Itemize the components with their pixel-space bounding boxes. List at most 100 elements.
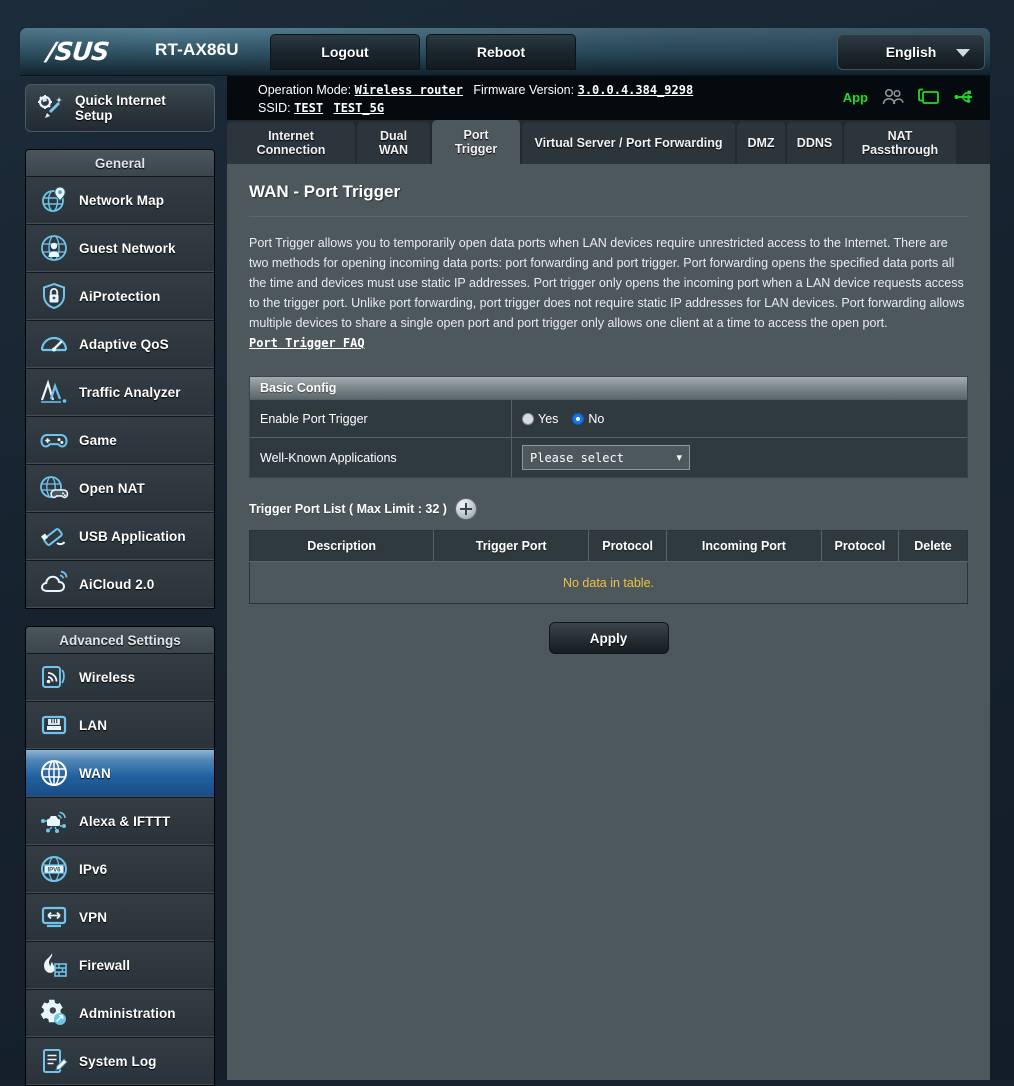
sidebar-item-firewall[interactable]: Firewall bbox=[26, 941, 214, 989]
well-known-applications-controls: Please select ▾ bbox=[512, 438, 967, 477]
chevron-down-icon bbox=[956, 49, 970, 57]
radio-yes-label: Yes bbox=[538, 412, 558, 426]
port-trigger-faq-link[interactable]: Port Trigger FAQ bbox=[249, 336, 365, 350]
tab-dual-wan[interactable]: Dual WAN bbox=[357, 122, 432, 164]
sidebar-advanced-header: Advanced Settings bbox=[26, 627, 214, 653]
sidebar-item-system-log[interactable]: System Log bbox=[26, 1037, 214, 1085]
ssid-5g-value[interactable]: TEST_5G bbox=[333, 101, 384, 115]
traffic-chart-icon bbox=[39, 377, 69, 407]
sidebar-label: Adaptive QoS bbox=[79, 337, 169, 352]
sidebar-item-guest-network[interactable]: Guest Network bbox=[26, 224, 214, 272]
apply-button[interactable]: Apply bbox=[549, 622, 669, 654]
ssid-2g-value[interactable]: TEST bbox=[294, 101, 323, 115]
sidebar-item-traffic-analyzer[interactable]: Traffic Analyzer bbox=[26, 368, 214, 416]
tab-virtual-server-port-forwarding[interactable]: Virtual Server / Port Forwarding bbox=[522, 122, 737, 164]
main-content: Internet Connection Dual WAN Port Trigge… bbox=[227, 120, 990, 1080]
status-info-strip: Operation Mode: Wireless router Firmware… bbox=[227, 76, 990, 120]
basic-config-header: Basic Config bbox=[250, 377, 967, 399]
tab-label: DMZ bbox=[747, 136, 774, 150]
app-link[interactable]: App bbox=[843, 90, 868, 105]
logout-button[interactable]: Logout bbox=[270, 34, 420, 70]
firmware-version-label: Firmware Version: bbox=[473, 83, 574, 97]
ssid-line: SSID: TEST TEST_5G bbox=[258, 101, 384, 115]
sidebar-label: Alexa & IFTTT bbox=[79, 814, 170, 829]
sidebar-item-usb-application[interactable]: USB Application bbox=[26, 512, 214, 560]
sidebar-item-lan[interactable]: LAN bbox=[26, 701, 214, 749]
usb-icon[interactable] bbox=[954, 88, 976, 106]
column-protocol-trigger: Protocol bbox=[588, 531, 666, 562]
well-known-applications-label: Well-Known Applications bbox=[250, 438, 512, 477]
sidebar-general-header: General bbox=[26, 150, 214, 176]
sidebar-item-administration[interactable]: Administration bbox=[26, 989, 214, 1037]
sidebar-section-advanced: Advanced Settings Wireless LAN bbox=[25, 626, 215, 1086]
trigger-port-list-header: Trigger Port List ( Max Limit : 32 ) bbox=[249, 498, 968, 520]
radio-no-label: No bbox=[588, 412, 604, 426]
sidebar-label: USB Application bbox=[79, 529, 186, 544]
language-selector[interactable]: English bbox=[837, 34, 985, 70]
column-description: Description bbox=[250, 531, 434, 562]
column-incoming-port: Incoming Port bbox=[667, 531, 821, 562]
vpn-monitor-icon bbox=[39, 902, 69, 932]
top-banner: /SUS RT-AX86U Logout Reboot English bbox=[20, 28, 990, 76]
shield-lock-icon bbox=[39, 281, 69, 311]
sidebar-item-alexa-ifttt[interactable]: Alexa & IFTTT bbox=[26, 797, 214, 845]
operation-mode-line: Operation Mode: Wireless router Firmware… bbox=[258, 83, 693, 97]
no-data-message: No data in table. bbox=[250, 562, 968, 604]
alexa-ifttt-icon bbox=[39, 806, 69, 836]
sidebar-item-wireless[interactable]: Wireless bbox=[26, 653, 214, 701]
sidebar-item-network-map[interactable]: Network Map bbox=[26, 176, 214, 224]
radio-yes-dot bbox=[522, 413, 534, 425]
sidebar-item-ipv6[interactable]: IPV6 IPv6 bbox=[26, 845, 214, 893]
sidebar-label: System Log bbox=[79, 1054, 157, 1069]
usb-drive-icon bbox=[39, 521, 69, 551]
ipv6-globe-icon: IPV6 bbox=[39, 854, 69, 884]
ethernet-port-icon bbox=[39, 710, 69, 740]
display-monitor-icon[interactable] bbox=[918, 88, 940, 106]
quick-icon-row: App bbox=[843, 88, 976, 106]
table-empty-row: No data in table. bbox=[250, 562, 968, 604]
radio-no[interactable]: No bbox=[572, 412, 604, 426]
router-admin-window: /SUS RT-AX86U Logout Reboot English Oper… bbox=[20, 28, 990, 1080]
tab-port-trigger[interactable]: Port Trigger bbox=[432, 120, 522, 164]
sidebar-item-vpn[interactable]: VPN bbox=[26, 893, 214, 941]
reboot-button[interactable]: Reboot bbox=[426, 34, 576, 70]
sidebar-section-general: General Network Map bbox=[25, 149, 215, 609]
sidebar-item-adaptive-qos[interactable]: Adaptive QoS bbox=[26, 320, 214, 368]
sidebar-item-aiprotection[interactable]: AiProtection bbox=[26, 272, 214, 320]
page-description: Port Trigger allows you to temporarily o… bbox=[249, 217, 968, 333]
language-label: English bbox=[886, 44, 937, 60]
tab-nat-passthrough[interactable]: NAT Passthrough bbox=[844, 122, 956, 164]
sidebar-item-wan[interactable]: WAN bbox=[26, 749, 214, 797]
router-model-name: RT-AX86U bbox=[155, 40, 239, 60]
tab-label: Internet Connection bbox=[237, 129, 345, 157]
globe-icon bbox=[39, 758, 69, 788]
firewall-flame-icon bbox=[39, 950, 69, 980]
sidebar-item-quick-internet-setup[interactable]: Quick Internet Setup bbox=[25, 84, 215, 132]
radio-yes[interactable]: Yes bbox=[522, 412, 558, 426]
clients-people-icon[interactable] bbox=[882, 88, 904, 106]
add-rule-button[interactable] bbox=[455, 498, 477, 520]
operation-mode-value[interactable]: Wireless router bbox=[355, 83, 463, 97]
operation-mode-label: Operation Mode: bbox=[258, 83, 351, 97]
table-header-row: Description Trigger Port Protocol Incomi… bbox=[250, 531, 968, 562]
quick-setup-label: Quick Internet Setup bbox=[75, 93, 204, 123]
gear-icon bbox=[39, 998, 69, 1028]
radio-no-dot bbox=[572, 413, 584, 425]
tab-internet-connection[interactable]: Internet Connection bbox=[227, 122, 357, 164]
ssid-label: SSID: bbox=[258, 101, 291, 115]
tab-label: DDNS bbox=[797, 136, 832, 150]
tab-dmz[interactable]: DMZ bbox=[737, 122, 787, 164]
sidebar-label: Wireless bbox=[79, 670, 135, 685]
well-known-applications-select[interactable]: Please select ▾ bbox=[522, 445, 690, 470]
sidebar-item-open-nat[interactable]: Open NAT bbox=[26, 464, 214, 512]
firmware-version-value[interactable]: 3.0.0.4.384_9298 bbox=[578, 83, 694, 97]
tab-ddns[interactable]: DDNS bbox=[787, 122, 844, 164]
gamepad-icon bbox=[39, 425, 69, 455]
asus-logo: /SUS bbox=[45, 37, 110, 66]
sidebar-item-game[interactable]: Game bbox=[26, 416, 214, 464]
sidebar-label: Guest Network bbox=[79, 241, 176, 256]
wireless-signal-icon bbox=[39, 662, 69, 692]
sidebar-label: AiCloud 2.0 bbox=[79, 577, 154, 592]
sidebar-item-aicloud[interactable]: AiCloud 2.0 bbox=[26, 560, 214, 608]
sidebar-label: IPv6 bbox=[79, 862, 107, 877]
